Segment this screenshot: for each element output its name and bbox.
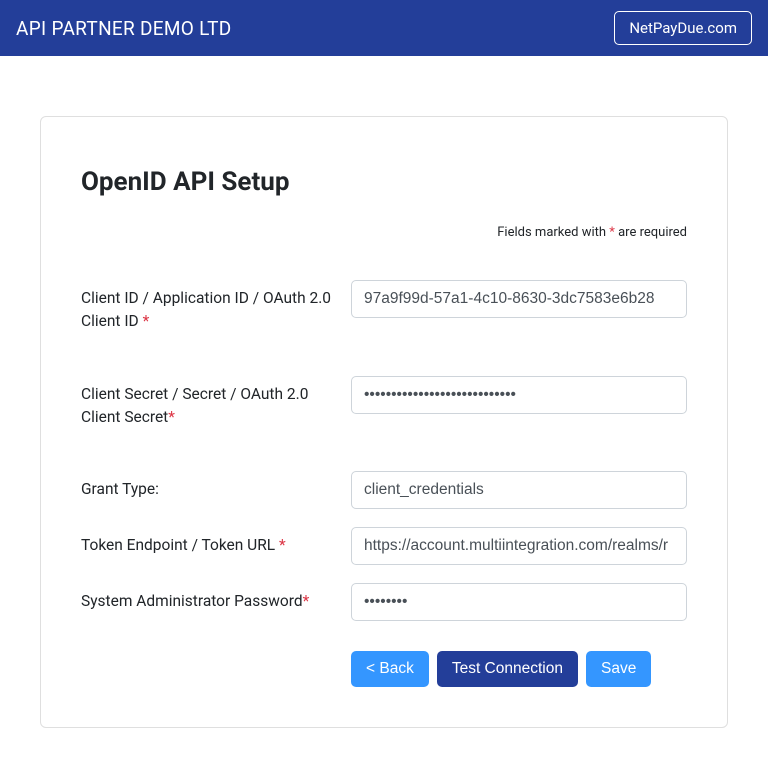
admin-password-input[interactable] [351,583,687,621]
row-admin-password: System Administrator Password* [81,583,687,621]
client-id-input[interactable] [351,280,687,318]
row-client-secret: Client Secret / Secret / OAuth 2.0 Clien… [81,376,687,430]
row-token-endpoint: Token Endpoint / Token URL * [81,527,687,565]
brand-title: API PARTNER DEMO LTD [16,17,232,40]
required-note-prefix: Fields marked with [497,225,609,240]
row-client-id: Client ID / Application ID / OAuth 2.0 C… [81,280,687,334]
setup-card: OpenID API Setup Fields marked with * ar… [40,116,728,728]
grant-type-input[interactable] [351,471,687,509]
required-star-icon: * [303,592,310,610]
required-star-icon: * [168,408,175,426]
button-row: < Back Test Connection Save [351,651,687,687]
page-title: OpenID API Setup [81,167,687,197]
label-client-secret: Client Secret / Secret / OAuth 2.0 Clien… [81,376,351,430]
row-grant-type: Grant Type: [81,471,687,509]
test-connection-button[interactable]: Test Connection [437,651,578,687]
token-endpoint-input[interactable] [351,527,687,565]
navbar: API PARTNER DEMO LTD NetPayDue.com [0,0,768,56]
required-note: Fields marked with * are required [81,225,687,240]
save-button[interactable]: Save [586,651,651,687]
label-client-id: Client ID / Application ID / OAuth 2.0 C… [81,280,351,334]
label-token-endpoint: Token Endpoint / Token URL * [81,527,351,557]
label-admin-password: System Administrator Password* [81,583,351,613]
back-button[interactable]: < Back [351,651,429,687]
client-secret-input[interactable] [351,376,687,414]
main-container: OpenID API Setup Fields marked with * ar… [0,56,768,768]
label-grant-type: Grant Type: [81,471,351,501]
site-link[interactable]: NetPayDue.com [614,11,752,45]
required-note-suffix: are required [615,225,687,240]
required-star-icon: * [279,536,286,554]
required-star-icon: * [143,312,150,330]
